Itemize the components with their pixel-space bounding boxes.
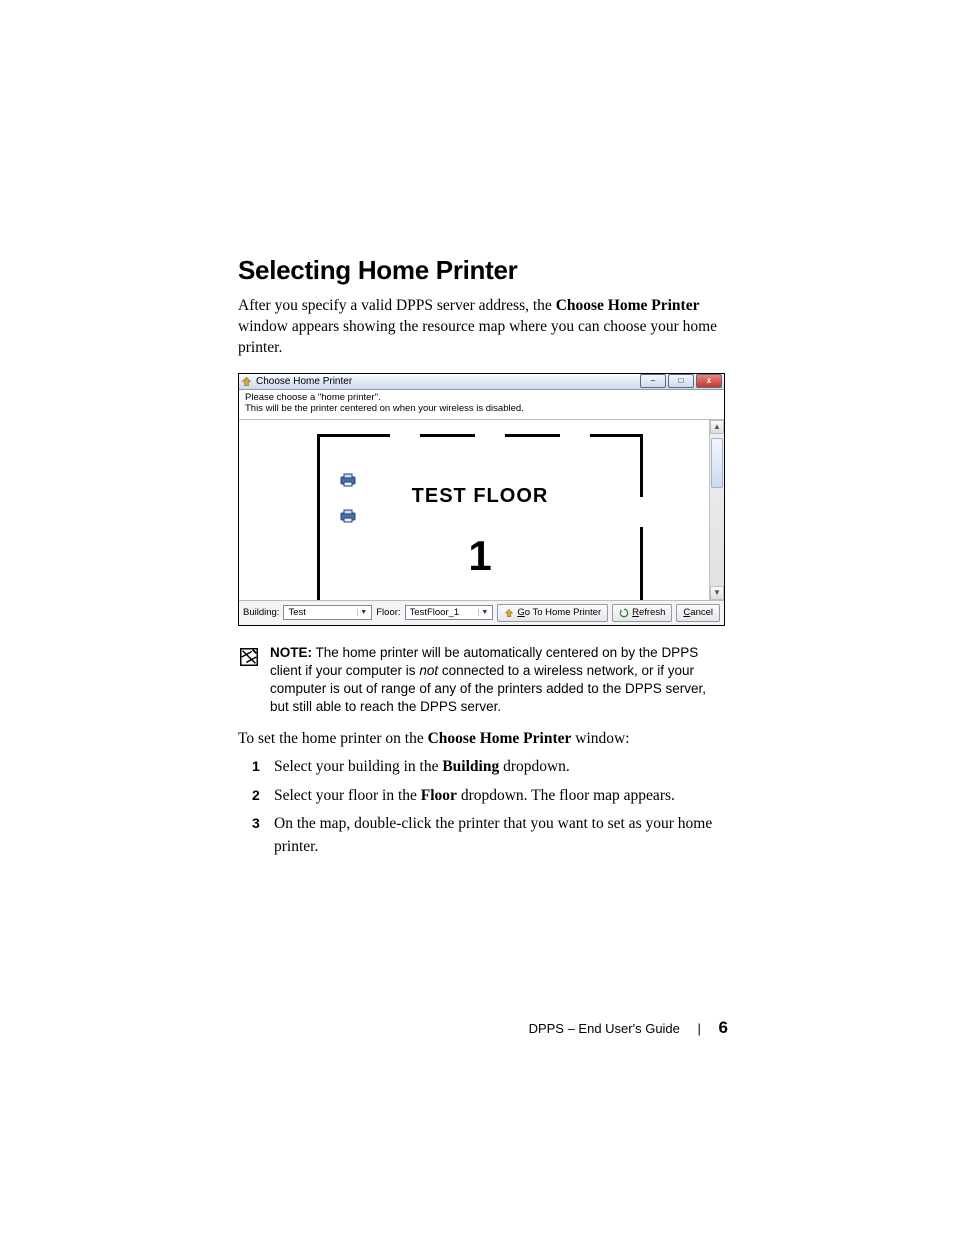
window-titlebar: Choose Home Printer – □ x bbox=[239, 374, 724, 390]
window-instruction-area: Please choose a "home printer". This wil… bbox=[239, 390, 724, 420]
intro-bold: Choose Home Printer bbox=[556, 297, 700, 314]
window-app-icon bbox=[241, 376, 252, 387]
chevron-down-icon: ▼ bbox=[357, 609, 369, 616]
building-label: Building: bbox=[243, 607, 279, 618]
building-dropdown[interactable]: Test ▼ bbox=[283, 605, 372, 620]
note-icon bbox=[238, 644, 260, 717]
intro-text-after: window appears showing the resource map … bbox=[238, 318, 717, 356]
choose-home-printer-window: Choose Home Printer – □ x Please choose … bbox=[238, 373, 725, 626]
scroll-thumb[interactable] bbox=[711, 438, 723, 488]
home-icon bbox=[504, 608, 514, 618]
list-item: On the map, double-click the printer tha… bbox=[274, 813, 728, 858]
floor-map-label: TEST FLOOR bbox=[320, 485, 640, 508]
steps-lead: To set the home printer on the Choose Ho… bbox=[238, 730, 728, 748]
window-close-button[interactable]: x bbox=[696, 374, 722, 388]
note-italic: not bbox=[419, 663, 438, 678]
window-title: Choose Home Printer bbox=[256, 376, 638, 387]
building-value: Test bbox=[288, 607, 355, 618]
vertical-scrollbar[interactable]: ▲ ▼ bbox=[709, 420, 724, 600]
floor-map-viewport[interactable]: TEST FLOOR 1 bbox=[239, 420, 709, 600]
refresh-icon bbox=[619, 608, 629, 618]
refresh-button[interactable]: Refresh bbox=[612, 604, 672, 622]
floor-dropdown[interactable]: TestFloor_1 ▼ bbox=[405, 605, 494, 620]
footer-page-number: 6 bbox=[719, 1018, 728, 1037]
section-heading: Selecting Home Printer bbox=[238, 255, 728, 286]
printer-icon[interactable] bbox=[340, 509, 356, 523]
list-item: Select your floor in the Floor dropdown.… bbox=[274, 785, 728, 807]
note-label: NOTE: bbox=[270, 645, 312, 660]
window-maximize-button[interactable]: □ bbox=[668, 374, 694, 388]
go-to-home-printer-button[interactable]: Go To Home Printer bbox=[497, 604, 608, 622]
cancel-button[interactable]: Cancel bbox=[676, 604, 720, 622]
note-block: NOTE: The home printer will be automatic… bbox=[238, 644, 728, 717]
list-item: Select your building in the Building dro… bbox=[274, 756, 728, 778]
scroll-up-arrow-icon[interactable]: ▲ bbox=[710, 420, 724, 434]
scroll-down-arrow-icon[interactable]: ▼ bbox=[710, 586, 724, 600]
floor-label: Floor: bbox=[376, 607, 400, 618]
note-text: NOTE: The home printer will be automatic… bbox=[270, 644, 728, 717]
instruction-line-1: Please choose a "home printer". bbox=[245, 392, 718, 403]
floor-value: TestFloor_1 bbox=[410, 607, 477, 618]
footer-doc-title: DPPS – End User's Guide bbox=[529, 1021, 680, 1036]
page-footer: DPPS – End User's Guide | 6 bbox=[238, 1018, 728, 1038]
instruction-line-2: This will be the printer centered on whe… bbox=[245, 403, 718, 414]
window-minimize-button[interactable]: – bbox=[640, 374, 666, 388]
intro-text-before: After you specify a valid DPPS server ad… bbox=[238, 297, 556, 314]
window-bottom-bar: Building: Test ▼ Floor: TestFloor_1 ▼ Go… bbox=[239, 600, 724, 625]
steps-list: Select your building in the Building dro… bbox=[238, 756, 728, 858]
footer-separator: | bbox=[698, 1021, 701, 1036]
floor-map-number: 1 bbox=[320, 532, 640, 580]
floor-plan: TEST FLOOR 1 bbox=[317, 434, 643, 600]
chevron-down-icon: ▼ bbox=[478, 609, 490, 616]
intro-paragraph: After you specify a valid DPPS server ad… bbox=[238, 296, 728, 359]
